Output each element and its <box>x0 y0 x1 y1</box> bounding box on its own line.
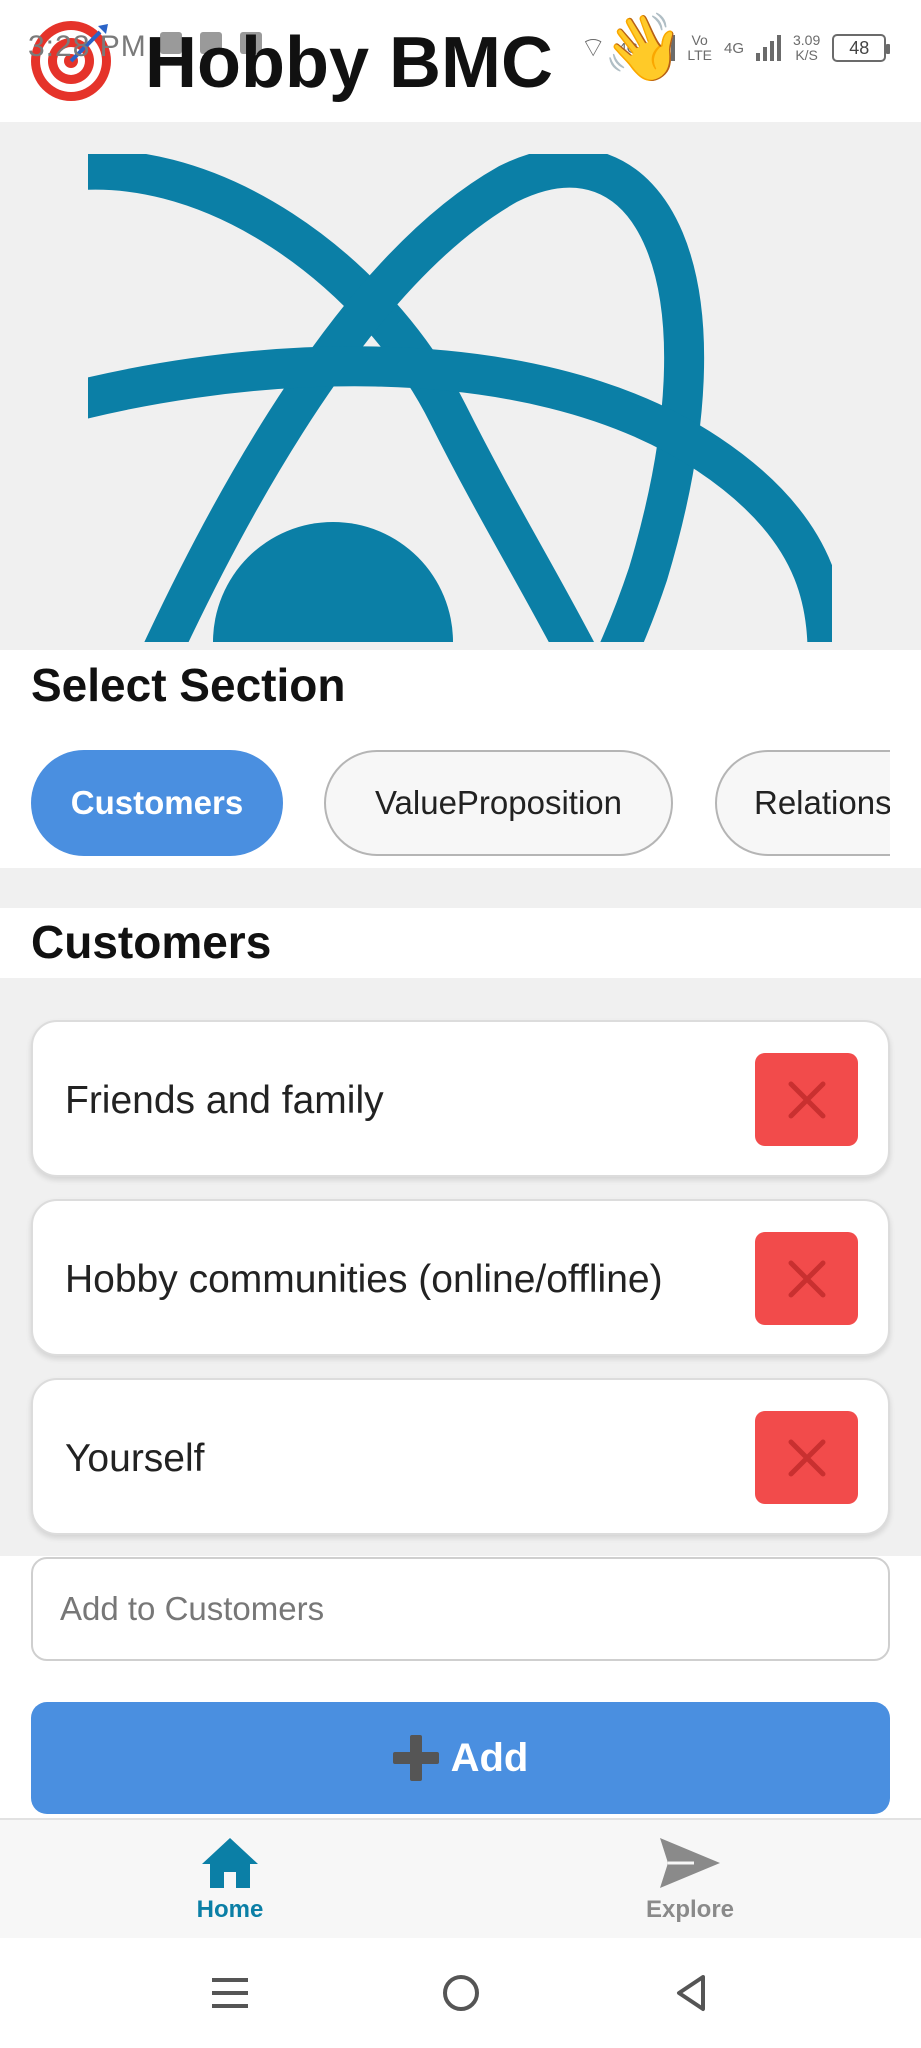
list-item: Friends and family <box>31 1020 890 1177</box>
back-system-button[interactable] <box>666 1968 716 2018</box>
delete-button[interactable] <box>755 1232 858 1325</box>
chip-customers[interactable]: Customers <box>31 750 283 856</box>
bottom-nav: Home Explore <box>0 1818 921 1938</box>
nav-explore[interactable]: Explore <box>600 1836 780 1936</box>
close-icon <box>788 1081 825 1118</box>
list-item: Hobby communities (online/offline) <box>31 1199 890 1356</box>
nav-home-label: Home <box>196 1896 264 1923</box>
divider <box>0 868 921 908</box>
chip-relationships[interactable]: Relationships <box>715 750 890 856</box>
nav-explore-label: Explore <box>645 1896 735 1923</box>
plus-icon <box>392 1735 439 1781</box>
select-section-title: Select Section <box>31 659 346 711</box>
item-text: Hobby communities (online/offline) <box>65 1257 663 1301</box>
item-text: Friends and family <box>65 1078 384 1122</box>
signal-icon <box>756 35 781 61</box>
status-time: 3:28 PM <box>28 30 147 63</box>
items-list: Friends and family Hobby communities (on… <box>0 978 921 1556</box>
chip-value-proposition[interactable]: ValueProposition <box>324 750 673 856</box>
add-button[interactable]: Add <box>31 1702 890 1814</box>
add-button-label: Add <box>450 1735 529 1780</box>
app-header: 3:28 PM Hobby BMC ⌔ 4G Vo LTE 4G 3.09 K/… <box>0 0 921 122</box>
hero-banner <box>0 122 921 650</box>
menu-button[interactable] <box>205 1968 255 2018</box>
close-icon <box>788 1439 825 1476</box>
atom-logo-icon <box>88 154 832 642</box>
section-title: Customers <box>31 916 272 968</box>
home-system-button[interactable] <box>436 1968 486 2018</box>
list-item: Yourself <box>31 1378 890 1535</box>
send-icon <box>660 1838 720 1888</box>
close-icon <box>788 1260 825 1297</box>
home-icon <box>202 1838 258 1888</box>
add-item-input[interactable] <box>31 1557 890 1661</box>
delete-button[interactable] <box>755 1411 858 1504</box>
menu-icon <box>212 1978 248 2008</box>
battery-icon: 48 <box>832 34 891 62</box>
volte-indicator: Vo LTE <box>687 32 712 63</box>
circle-icon <box>443 1975 479 2011</box>
section-chips: Customers ValueProposition Relationships <box>0 748 890 860</box>
wave-emoji: 👋 <box>602 10 685 84</box>
item-text: Yourself <box>65 1436 205 1480</box>
delete-button[interactable] <box>755 1053 858 1146</box>
app-title: Hobby BMC <box>145 23 553 103</box>
back-triangle-icon <box>677 1975 705 2011</box>
nav-home[interactable]: Home <box>140 1836 320 1936</box>
network-speed: 3.09 K/S <box>793 32 821 63</box>
network-type-2: 4G <box>723 39 744 57</box>
system-nav-bar <box>0 1938 921 2048</box>
